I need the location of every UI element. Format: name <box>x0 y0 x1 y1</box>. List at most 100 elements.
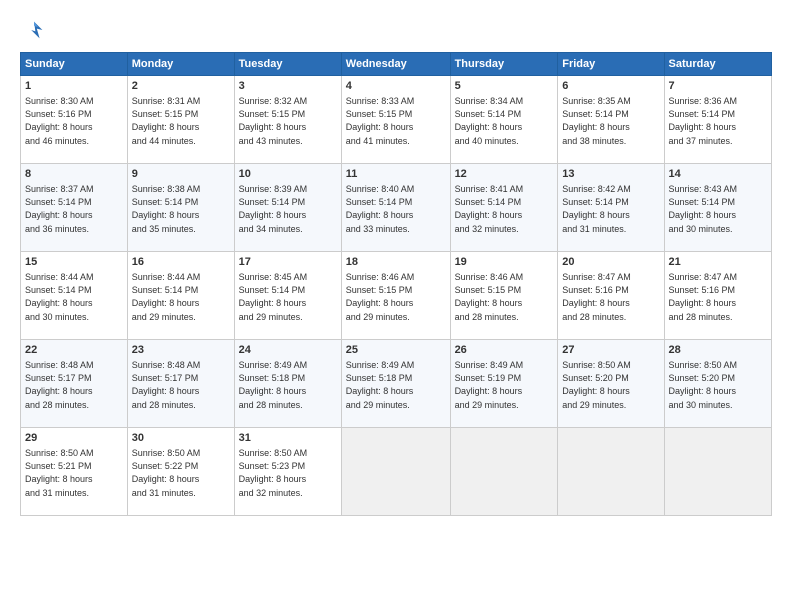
calendar-cell <box>558 428 664 516</box>
day-number: 1 <box>25 79 123 94</box>
day-info: Sunrise: 8:47 AMSunset: 5:16 PMDaylight:… <box>562 271 659 323</box>
calendar-cell: 9Sunrise: 8:38 AMSunset: 5:14 PMDaylight… <box>127 164 234 252</box>
day-number: 10 <box>239 167 337 182</box>
weekday-header: Friday <box>558 53 664 76</box>
day-number: 29 <box>25 431 123 446</box>
calendar-cell <box>341 428 450 516</box>
weekday-header: Monday <box>127 53 234 76</box>
calendar-cell: 20Sunrise: 8:47 AMSunset: 5:16 PMDayligh… <box>558 252 664 340</box>
day-info: Sunrise: 8:30 AMSunset: 5:16 PMDaylight:… <box>25 95 123 147</box>
day-info: Sunrise: 8:49 AMSunset: 5:18 PMDaylight:… <box>346 359 446 411</box>
calendar-cell: 22Sunrise: 8:48 AMSunset: 5:17 PMDayligh… <box>21 340 128 428</box>
day-info: Sunrise: 8:40 AMSunset: 5:14 PMDaylight:… <box>346 183 446 235</box>
weekday-header: Wednesday <box>341 53 450 76</box>
calendar-cell <box>450 428 558 516</box>
calendar-cell: 26Sunrise: 8:49 AMSunset: 5:19 PMDayligh… <box>450 340 558 428</box>
calendar-cell: 11Sunrise: 8:40 AMSunset: 5:14 PMDayligh… <box>341 164 450 252</box>
day-info: Sunrise: 8:46 AMSunset: 5:15 PMDaylight:… <box>455 271 554 323</box>
day-number: 31 <box>239 431 337 446</box>
day-number: 23 <box>132 343 230 358</box>
logo <box>20 16 52 44</box>
weekday-header: Thursday <box>450 53 558 76</box>
calendar-cell: 23Sunrise: 8:48 AMSunset: 5:17 PMDayligh… <box>127 340 234 428</box>
day-number: 7 <box>669 79 767 94</box>
calendar-cell: 2Sunrise: 8:31 AMSunset: 5:15 PMDaylight… <box>127 76 234 164</box>
day-info: Sunrise: 8:45 AMSunset: 5:14 PMDaylight:… <box>239 271 337 323</box>
day-number: 4 <box>346 79 446 94</box>
weekday-header: Sunday <box>21 53 128 76</box>
calendar-cell: 10Sunrise: 8:39 AMSunset: 5:14 PMDayligh… <box>234 164 341 252</box>
top-section <box>20 16 772 44</box>
day-number: 13 <box>562 167 659 182</box>
day-info: Sunrise: 8:49 AMSunset: 5:18 PMDaylight:… <box>239 359 337 411</box>
day-number: 27 <box>562 343 659 358</box>
calendar-cell: 15Sunrise: 8:44 AMSunset: 5:14 PMDayligh… <box>21 252 128 340</box>
day-number: 17 <box>239 255 337 270</box>
calendar-cell: 30Sunrise: 8:50 AMSunset: 5:22 PMDayligh… <box>127 428 234 516</box>
calendar-cell: 6Sunrise: 8:35 AMSunset: 5:14 PMDaylight… <box>558 76 664 164</box>
calendar-cell: 17Sunrise: 8:45 AMSunset: 5:14 PMDayligh… <box>234 252 341 340</box>
day-number: 15 <box>25 255 123 270</box>
day-number: 22 <box>25 343 123 358</box>
day-number: 24 <box>239 343 337 358</box>
calendar-cell: 21Sunrise: 8:47 AMSunset: 5:16 PMDayligh… <box>664 252 771 340</box>
day-info: Sunrise: 8:35 AMSunset: 5:14 PMDaylight:… <box>562 95 659 147</box>
day-info: Sunrise: 8:49 AMSunset: 5:19 PMDaylight:… <box>455 359 554 411</box>
day-info: Sunrise: 8:50 AMSunset: 5:22 PMDaylight:… <box>132 447 230 499</box>
calendar-header-row: SundayMondayTuesdayWednesdayThursdayFrid… <box>21 53 772 76</box>
day-info: Sunrise: 8:42 AMSunset: 5:14 PMDaylight:… <box>562 183 659 235</box>
calendar-cell: 31Sunrise: 8:50 AMSunset: 5:23 PMDayligh… <box>234 428 341 516</box>
day-info: Sunrise: 8:39 AMSunset: 5:14 PMDaylight:… <box>239 183 337 235</box>
day-info: Sunrise: 8:36 AMSunset: 5:14 PMDaylight:… <box>669 95 767 147</box>
calendar-cell: 16Sunrise: 8:44 AMSunset: 5:14 PMDayligh… <box>127 252 234 340</box>
day-number: 16 <box>132 255 230 270</box>
day-info: Sunrise: 8:37 AMSunset: 5:14 PMDaylight:… <box>25 183 123 235</box>
day-info: Sunrise: 8:50 AMSunset: 5:20 PMDaylight:… <box>669 359 767 411</box>
calendar-cell: 28Sunrise: 8:50 AMSunset: 5:20 PMDayligh… <box>664 340 771 428</box>
calendar-cell: 7Sunrise: 8:36 AMSunset: 5:14 PMDaylight… <box>664 76 771 164</box>
calendar-cell: 27Sunrise: 8:50 AMSunset: 5:20 PMDayligh… <box>558 340 664 428</box>
day-number: 9 <box>132 167 230 182</box>
day-number: 5 <box>455 79 554 94</box>
day-info: Sunrise: 8:47 AMSunset: 5:16 PMDaylight:… <box>669 271 767 323</box>
weekday-header: Saturday <box>664 53 771 76</box>
calendar-cell: 25Sunrise: 8:49 AMSunset: 5:18 PMDayligh… <box>341 340 450 428</box>
calendar-cell: 3Sunrise: 8:32 AMSunset: 5:15 PMDaylight… <box>234 76 341 164</box>
day-info: Sunrise: 8:46 AMSunset: 5:15 PMDaylight:… <box>346 271 446 323</box>
day-info: Sunrise: 8:31 AMSunset: 5:15 PMDaylight:… <box>132 95 230 147</box>
day-info: Sunrise: 8:38 AMSunset: 5:14 PMDaylight:… <box>132 183 230 235</box>
day-info: Sunrise: 8:48 AMSunset: 5:17 PMDaylight:… <box>132 359 230 411</box>
calendar-cell: 12Sunrise: 8:41 AMSunset: 5:14 PMDayligh… <box>450 164 558 252</box>
calendar-cell: 24Sunrise: 8:49 AMSunset: 5:18 PMDayligh… <box>234 340 341 428</box>
day-number: 14 <box>669 167 767 182</box>
calendar-cell: 18Sunrise: 8:46 AMSunset: 5:15 PMDayligh… <box>341 252 450 340</box>
day-number: 11 <box>346 167 446 182</box>
day-info: Sunrise: 8:44 AMSunset: 5:14 PMDaylight:… <box>25 271 123 323</box>
day-info: Sunrise: 8:34 AMSunset: 5:14 PMDaylight:… <box>455 95 554 147</box>
day-number: 19 <box>455 255 554 270</box>
day-number: 3 <box>239 79 337 94</box>
calendar-cell: 13Sunrise: 8:42 AMSunset: 5:14 PMDayligh… <box>558 164 664 252</box>
day-number: 26 <box>455 343 554 358</box>
calendar-cell <box>664 428 771 516</box>
day-number: 28 <box>669 343 767 358</box>
logo-icon <box>20 16 48 44</box>
calendar-cell: 5Sunrise: 8:34 AMSunset: 5:14 PMDaylight… <box>450 76 558 164</box>
day-info: Sunrise: 8:43 AMSunset: 5:14 PMDaylight:… <box>669 183 767 235</box>
day-number: 6 <box>562 79 659 94</box>
calendar-cell: 8Sunrise: 8:37 AMSunset: 5:14 PMDaylight… <box>21 164 128 252</box>
day-number: 30 <box>132 431 230 446</box>
page: SundayMondayTuesdayWednesdayThursdayFrid… <box>0 0 792 612</box>
day-info: Sunrise: 8:50 AMSunset: 5:20 PMDaylight:… <box>562 359 659 411</box>
day-info: Sunrise: 8:44 AMSunset: 5:14 PMDaylight:… <box>132 271 230 323</box>
day-info: Sunrise: 8:50 AMSunset: 5:23 PMDaylight:… <box>239 447 337 499</box>
calendar-cell: 29Sunrise: 8:50 AMSunset: 5:21 PMDayligh… <box>21 428 128 516</box>
day-number: 20 <box>562 255 659 270</box>
day-number: 2 <box>132 79 230 94</box>
day-info: Sunrise: 8:50 AMSunset: 5:21 PMDaylight:… <box>25 447 123 499</box>
calendar-cell: 14Sunrise: 8:43 AMSunset: 5:14 PMDayligh… <box>664 164 771 252</box>
calendar-table: SundayMondayTuesdayWednesdayThursdayFrid… <box>20 52 772 516</box>
weekday-header: Tuesday <box>234 53 341 76</box>
day-number: 18 <box>346 255 446 270</box>
day-info: Sunrise: 8:33 AMSunset: 5:15 PMDaylight:… <box>346 95 446 147</box>
